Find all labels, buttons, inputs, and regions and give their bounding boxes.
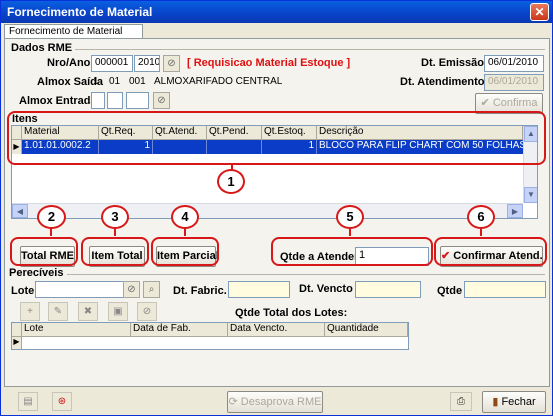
almox-entrada-label: Almox Entrada — [19, 95, 97, 107]
row-indicator-header — [12, 323, 22, 337]
dt-vencto-field[interactable] — [355, 281, 421, 298]
printer-icon[interactable]: ⎙ — [450, 392, 472, 411]
qtde-field[interactable] — [464, 281, 546, 298]
annotation-marker-5: 5 — [336, 205, 364, 229]
annotation-marker-3: 3 — [101, 205, 129, 229]
search-lote-icon[interactable]: ⊘ — [123, 281, 140, 298]
dt-atendimento-label: Dt. Atendimento — [400, 76, 485, 88]
desaprova-rme-button[interactable]: ⟳ Desaprova RME — [227, 391, 323, 413]
ano-field[interactable]: 2010 — [134, 55, 160, 72]
dt-fabric-label: Dt. Fabric. — [173, 285, 227, 297]
annotation-highlight-item-parcial — [151, 237, 219, 266]
scroll-down-icon[interactable]: ▼ — [524, 187, 537, 203]
nro-ano-label: Nro/Ano — [47, 57, 91, 69]
annotation-marker-4: 4 — [171, 205, 199, 229]
almox-entrada-code-1[interactable] — [91, 92, 105, 109]
add-lote-icon[interactable]: + — [20, 302, 40, 321]
print-preview-icon[interactable]: ▤ — [18, 392, 38, 411]
close-button[interactable]: ✕ — [530, 3, 549, 21]
dt-atendimento-field[interactable]: 06/01/2010 — [484, 74, 544, 91]
current-row-arrow-icon: ▶ — [12, 337, 22, 349]
cancel-lote-icon[interactable]: ⊘ — [137, 302, 157, 321]
delete-lote-icon[interactable]: ✖ — [78, 302, 98, 321]
window-title: Fornecimento de Material — [7, 5, 153, 19]
dt-emissao-field[interactable]: 06/01/2010 — [484, 55, 544, 72]
col-lote[interactable]: Lote — [22, 323, 131, 337]
annotation-connector — [50, 228, 52, 236]
lote-field[interactable] — [35, 281, 125, 298]
annotation-highlight-item-total — [81, 237, 149, 266]
pereciveis-group-title: Perecíveis — [9, 267, 64, 279]
save-lote-icon[interactable]: ▣ — [108, 302, 128, 321]
annotation-highlight-itens — [7, 111, 546, 165]
annotation-connector — [480, 228, 482, 236]
almox-saida-nome: ALMOXARIFADO CENTRAL — [154, 76, 283, 87]
annotation-marker-2: 2 — [37, 205, 66, 229]
almox-entrada-code-2[interactable] — [107, 92, 123, 109]
annotation-connector — [349, 228, 351, 236]
almox-saida-code-1: 1 — [93, 76, 99, 87]
dt-vencto-label: Dt. Vencto — [299, 283, 353, 295]
nro-field[interactable]: 000001 — [91, 55, 133, 72]
search-rme-icon[interactable]: ⊘ — [163, 55, 180, 72]
annotation-highlight-qtde-atender — [271, 237, 433, 266]
col-data-fab[interactable]: Data de Fab. — [131, 323, 228, 337]
check-icon: ✔ — [480, 97, 490, 109]
horizontal-scrollbar[interactable]: ◀ ▶ — [12, 203, 523, 218]
annotation-highlight-confirmar — [434, 237, 547, 266]
confirma-label: Confirma — [492, 97, 538, 109]
door-icon: ▮ — [492, 396, 499, 408]
col-data-vencto[interactable]: Data Vencto. — [228, 323, 325, 337]
annotation-marker-6: 6 — [467, 205, 495, 229]
lotes-table: Lote Data de Fab. Data Vencto. Quantidad… — [11, 322, 409, 350]
refresh-icon: ⟳ — [228, 396, 238, 408]
annotation-marker-1: 1 — [217, 169, 245, 194]
fechar-label: Fechar — [501, 396, 536, 408]
search-almox-icon[interactable]: ⊘ — [153, 92, 170, 109]
dt-fabric-field[interactable] — [228, 281, 290, 298]
qtde-total-lotes-label: Qtde Total dos Lotes: — [235, 307, 348, 319]
annotation-highlight-total-rme — [10, 237, 78, 266]
almox-saida-code-2: 01 — [109, 76, 121, 87]
scroll-left-icon[interactable]: ◀ — [12, 204, 28, 218]
tab-fornecimento[interactable]: Fornecimento de Material — [4, 24, 143, 39]
dados-rme-group-title: Dados RME — [11, 42, 73, 54]
annotation-connector — [114, 228, 116, 236]
desaprova-rme-label: Desaprova RME — [240, 396, 322, 408]
annotation-connector — [184, 228, 186, 236]
rme-type-label: [ Requisicao Material Estoque ] — [187, 57, 351, 69]
almox-entrada-code-3[interactable] — [126, 92, 149, 109]
help-icon[interactable]: ⊛ — [52, 392, 72, 411]
col-quantidade[interactable]: Quantidade — [325, 323, 408, 337]
group-divider — [75, 49, 545, 50]
scroll-right-icon[interactable]: ▶ — [507, 204, 523, 218]
group-divider — [67, 274, 545, 275]
almox-saida-code-3: 001 — [129, 76, 146, 87]
fornecimento-window: Fornecimento de Material ✕ Fornecimento … — [0, 0, 553, 416]
fechar-button[interactable]: ▮ Fechar — [482, 391, 546, 413]
title-bar[interactable]: Fornecimento de Material ✕ — [1, 1, 552, 23]
dt-emissao-label: Dt. Emissão — [421, 57, 484, 69]
binoculars-icon[interactable]: ⌕ — [143, 281, 160, 298]
edit-lote-icon[interactable]: ✎ — [48, 302, 68, 321]
qtde-label: Qtde — [437, 285, 463, 297]
lote-label: Lote — [11, 285, 35, 297]
